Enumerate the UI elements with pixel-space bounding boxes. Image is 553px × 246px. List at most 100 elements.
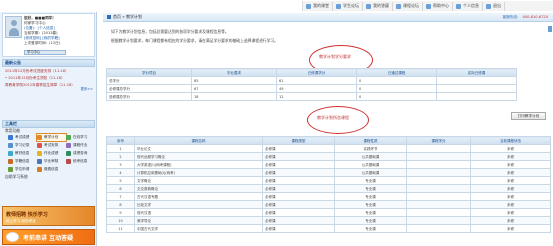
tool-item[interactable]: 统考信息 — [66, 158, 95, 165]
table-cell — [406, 184, 471, 193]
table-cell — [436, 76, 517, 85]
table-row: 11 中国古代文学 必修课 专业课 未修 — [106, 224, 551, 233]
tools-panel: 工具栏 常用功能 考试成绩 教学计划 在线学习 学习记录 考试安排 课程作业 教材信息 作业成… — [2, 120, 95, 180]
toolbar-item-label: 课程论坛 — [403, 3, 419, 8]
table-cell: 现代远程学习概论 — [134, 152, 263, 161]
table-cell: 5 — [106, 176, 135, 185]
chat-icon — [366, 3, 371, 9]
table-cell: 专业课 — [334, 200, 407, 209]
tool-item-label: 缴费信息 — [44, 167, 59, 171]
table-cell: 古代汉语专题 — [134, 192, 263, 201]
tool-item-label: 作业成绩 — [44, 151, 59, 155]
table-cell: 61 — [276, 76, 357, 85]
mail-icon — [306, 3, 311, 9]
notice-item[interactable]: 2011年12月份考试进度安排（11-16） — [2, 69, 95, 74]
table-cell: 0 — [356, 84, 437, 93]
table-cell: 实践环节 — [334, 144, 407, 153]
toolbar-item[interactable]: 我的答疑 — [363, 1, 393, 11]
table-cell: 毕业论文 — [134, 144, 263, 153]
table-cell: 49 — [276, 84, 357, 93]
tool-item[interactable]: 课程作业 — [66, 142, 95, 149]
table-cell: 中国古代文学 — [134, 224, 263, 233]
table-cell: 总学分 — [106, 76, 192, 85]
intro-text-2: 根据教学计划要求，每门课程都有相应的学分要求，请在满足学分要求的基础上选择课程进… — [111, 38, 279, 43]
table-cell — [406, 224, 471, 233]
breadcrumb-home[interactable]: 首页 — [113, 14, 121, 19]
column-header: 已通过课程 — [356, 68, 437, 77]
toolbar-item[interactable]: 个人信息 — [453, 1, 483, 11]
grad-icon — [37, 159, 42, 164]
toolbar-item[interactable]: 课程论坛 — [393, 1, 423, 11]
scrollbar-thumb[interactable] — [548, 26, 552, 32]
table-cell: 必修课 — [262, 152, 335, 161]
review-banner[interactable]: 考前串讲 互动答疑 — [2, 229, 95, 245]
tool-item[interactable]: 毕业审核 — [37, 158, 66, 165]
table-cell: 必修课 — [262, 160, 335, 169]
toolbar-item-label: 帮助中心 — [433, 3, 449, 8]
tool-item[interactable]: 学位申请 — [8, 166, 37, 173]
help-icon — [426, 3, 431, 9]
table-row: 5 文学概论 必修课 专业课 未修 — [106, 176, 551, 185]
table-cell: 7 — [106, 192, 135, 201]
table-cell — [406, 192, 471, 201]
tool-item[interactable]: 考试成绩 — [8, 134, 37, 141]
exam-icon — [37, 143, 42, 148]
print-plan-button[interactable]: 打印教学计划 — [511, 112, 546, 120]
tool-item[interactable]: 成绩查询 — [66, 150, 95, 157]
notices-more-link[interactable]: 更多>> — [81, 86, 93, 91]
table-cell: 85 — [191, 76, 277, 85]
table-cell: 未修 — [470, 168, 551, 177]
table-cell: 必修课 — [262, 184, 335, 193]
avatar — [5, 16, 22, 38]
home-icon[interactable] — [107, 14, 111, 19]
tool-item[interactable]: 学籍信息 — [8, 158, 37, 165]
table-row: 3 大学英语(I)(网考课程) 必修课 公共基础课 未修 — [106, 160, 551, 169]
notice-item[interactable]: • 2011年12月份考生须知（11-16） — [2, 76, 95, 81]
banner-badge-icon — [6, 232, 19, 242]
profile-last-login: 上次登录时间：(12日) — [24, 41, 61, 45]
toolbar-item[interactable]: 我的课堂 — [303, 1, 333, 11]
table-cell — [406, 200, 471, 209]
promo-banner[interactable]: 教师招聘 快乐学习 网上学习 轻松考证 — [2, 206, 95, 226]
table-cell: 文论原典概论 — [134, 184, 263, 193]
promo-banner-title: 教师招聘 快乐学习 — [6, 212, 48, 218]
tool-item-label: 课程作业 — [73, 143, 88, 147]
table-cell — [406, 176, 471, 185]
table-cell: 专业课 — [334, 184, 407, 193]
tool-item[interactable]: 教学计划 — [36, 133, 67, 142]
table-cell: 比较文学 — [134, 200, 263, 209]
tool-item[interactable]: 教材信息 — [8, 150, 37, 157]
table-cell — [406, 168, 471, 177]
tool-item-label: 统考信息 — [73, 159, 88, 163]
table-row: 总学分 85 61 0 — [106, 76, 517, 85]
tool-item[interactable]: 考试安排 — [37, 142, 66, 149]
toolbar-item[interactable]: 帮助中心 — [423, 1, 453, 11]
table-row: 8 比较文学 必修课 专业课 未修 — [106, 200, 551, 209]
toolbar-item-label: 学生论坛 — [343, 3, 359, 8]
toolbar-item[interactable]: 退出 — [483, 1, 505, 11]
column-header: 实际已修课 — [436, 68, 517, 77]
column-header: 已修课学分 — [276, 68, 357, 77]
table-cell: 未修 — [470, 224, 551, 233]
breadcrumb-current: 教学计划 — [126, 14, 142, 19]
table-cell — [406, 152, 471, 161]
news-icon — [336, 3, 341, 9]
tools-header: 工具栏 — [2, 120, 95, 128]
tool-item[interactable]: 学习记录 — [8, 142, 37, 149]
plan-icon — [37, 135, 42, 140]
table-cell: 0 — [356, 76, 437, 85]
toolbar-item[interactable]: 学生论坛 — [333, 1, 363, 11]
center-select[interactable]: 学习中心 — [24, 50, 66, 55]
table-cell: 1 — [106, 144, 135, 153]
tool-item[interactable]: 作业成绩 — [37, 150, 66, 157]
tool-item[interactable]: 缴费信息 — [37, 166, 66, 173]
hotline-number: 400-810-6720 — [522, 15, 548, 19]
self-study-link[interactable]: 自助学习系统 — [2, 174, 95, 180]
column-header: 课程性质 — [334, 136, 407, 145]
table-cell: 9 — [106, 208, 135, 217]
textbook-icon — [8, 151, 13, 156]
top-bar: 我的课堂 学生论坛 我的答疑 课程论坛 帮助中心 个人信息 退出 — [0, 0, 553, 12]
tool-item[interactable]: 在线学习 — [66, 134, 95, 141]
tool-item-label: 考试成绩 — [15, 135, 30, 139]
table-cell: 专业课 — [334, 208, 407, 217]
